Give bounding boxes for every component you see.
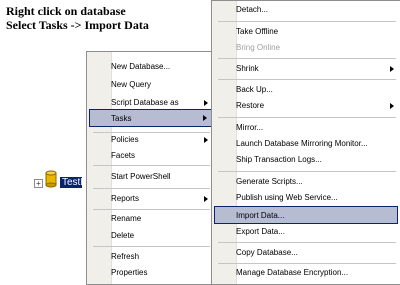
menu-separator — [93, 246, 210, 247]
menu-item-bring-online[interactable]: Bring Online — [214, 39, 398, 57]
menu-item-label: Tasks — [111, 114, 132, 123]
instruction-caption: Right click on database Select Tasks -> … — [6, 4, 206, 32]
menu-item-properties[interactable]: Properties — [89, 264, 212, 282]
database-context-menu: New Database... New Query Script Databas… — [86, 51, 215, 285]
menu-item-tasks[interactable]: Tasks — [89, 109, 212, 127]
menu-item-import-data[interactable]: Import Data... — [214, 206, 398, 224]
menu-item-detach[interactable]: Detach... — [214, 1, 398, 19]
menu-item-label: New Database... — [111, 62, 171, 71]
menu-item-label: Shrink — [236, 64, 259, 73]
submenu-arrow-icon — [204, 100, 208, 106]
menu-separator — [218, 117, 396, 118]
caption-line-1: Right click on database — [6, 4, 126, 18]
menu-item-label: Start PowerShell — [111, 172, 171, 181]
menu-item-label: Delete — [111, 231, 135, 240]
menu-item-new-query[interactable]: New Query — [89, 76, 212, 94]
menu-item-reports[interactable]: Reports — [89, 190, 212, 208]
menu-item-label: Export Data... — [236, 227, 285, 236]
menu-item-label: Restore — [236, 101, 265, 110]
menu-item-new-database[interactable]: New Database... — [89, 58, 212, 76]
menu-item-delete[interactable]: Delete — [89, 227, 212, 245]
menu-item-label: Publish using Web Service... — [236, 193, 338, 202]
caption-line-2: Select Tasks -> Import Data — [6, 18, 149, 32]
submenu-arrow-icon — [203, 115, 207, 121]
menu-separator — [218, 58, 396, 59]
menu-item-facets[interactable]: Facets — [89, 147, 212, 165]
menu-separator — [218, 79, 396, 80]
menu-item-label: New Query — [111, 80, 152, 89]
menu-separator — [93, 188, 210, 189]
menu-item-publish-web-service[interactable]: Publish using Web Service... — [214, 189, 398, 207]
submenu-arrow-icon — [204, 137, 208, 143]
menu-item-label: Manage Database Encryption... — [236, 268, 349, 277]
database-node-label[interactable]: TestD — [60, 177, 82, 188]
database-icon — [45, 170, 57, 188]
menu-separator — [218, 242, 396, 243]
menu-item-label: Copy Database... — [236, 248, 298, 257]
expand-icon[interactable]: + — [34, 179, 43, 188]
menu-item-copy-database[interactable]: Copy Database... — [214, 244, 398, 262]
menu-item-label: Rename — [111, 214, 142, 223]
menu-separator — [218, 171, 396, 172]
menu-item-manage-database-encryption[interactable]: Manage Database Encryption... — [214, 264, 398, 282]
menu-item-shrink[interactable]: Shrink — [214, 60, 398, 78]
menu-item-label: Ship Transaction Logs... — [236, 155, 322, 164]
tasks-submenu: Detach... Take Offline Bring Online Shri… — [211, 0, 400, 285]
menu-item-export-data[interactable]: Export Data... — [214, 223, 398, 241]
menu-item-label: Facets — [111, 151, 136, 160]
menu-item-label: Reports — [111, 194, 140, 203]
submenu-arrow-icon — [390, 66, 394, 72]
menu-separator — [218, 21, 396, 22]
submenu-arrow-icon — [390, 103, 394, 109]
menu-item-rename[interactable]: Rename — [89, 210, 212, 228]
menu-item-restore[interactable]: Restore — [214, 97, 398, 115]
menu-item-label: Properties — [111, 268, 148, 277]
menu-item-label: Detach... — [236, 5, 269, 14]
menu-item-start-powershell[interactable]: Start PowerShell — [89, 168, 212, 186]
menu-item-label: Bring Online — [236, 43, 281, 52]
menu-item-ship-transaction-logs[interactable]: Ship Transaction Logs... — [214, 151, 398, 169]
submenu-arrow-icon — [204, 196, 208, 202]
menu-separator — [93, 165, 210, 166]
